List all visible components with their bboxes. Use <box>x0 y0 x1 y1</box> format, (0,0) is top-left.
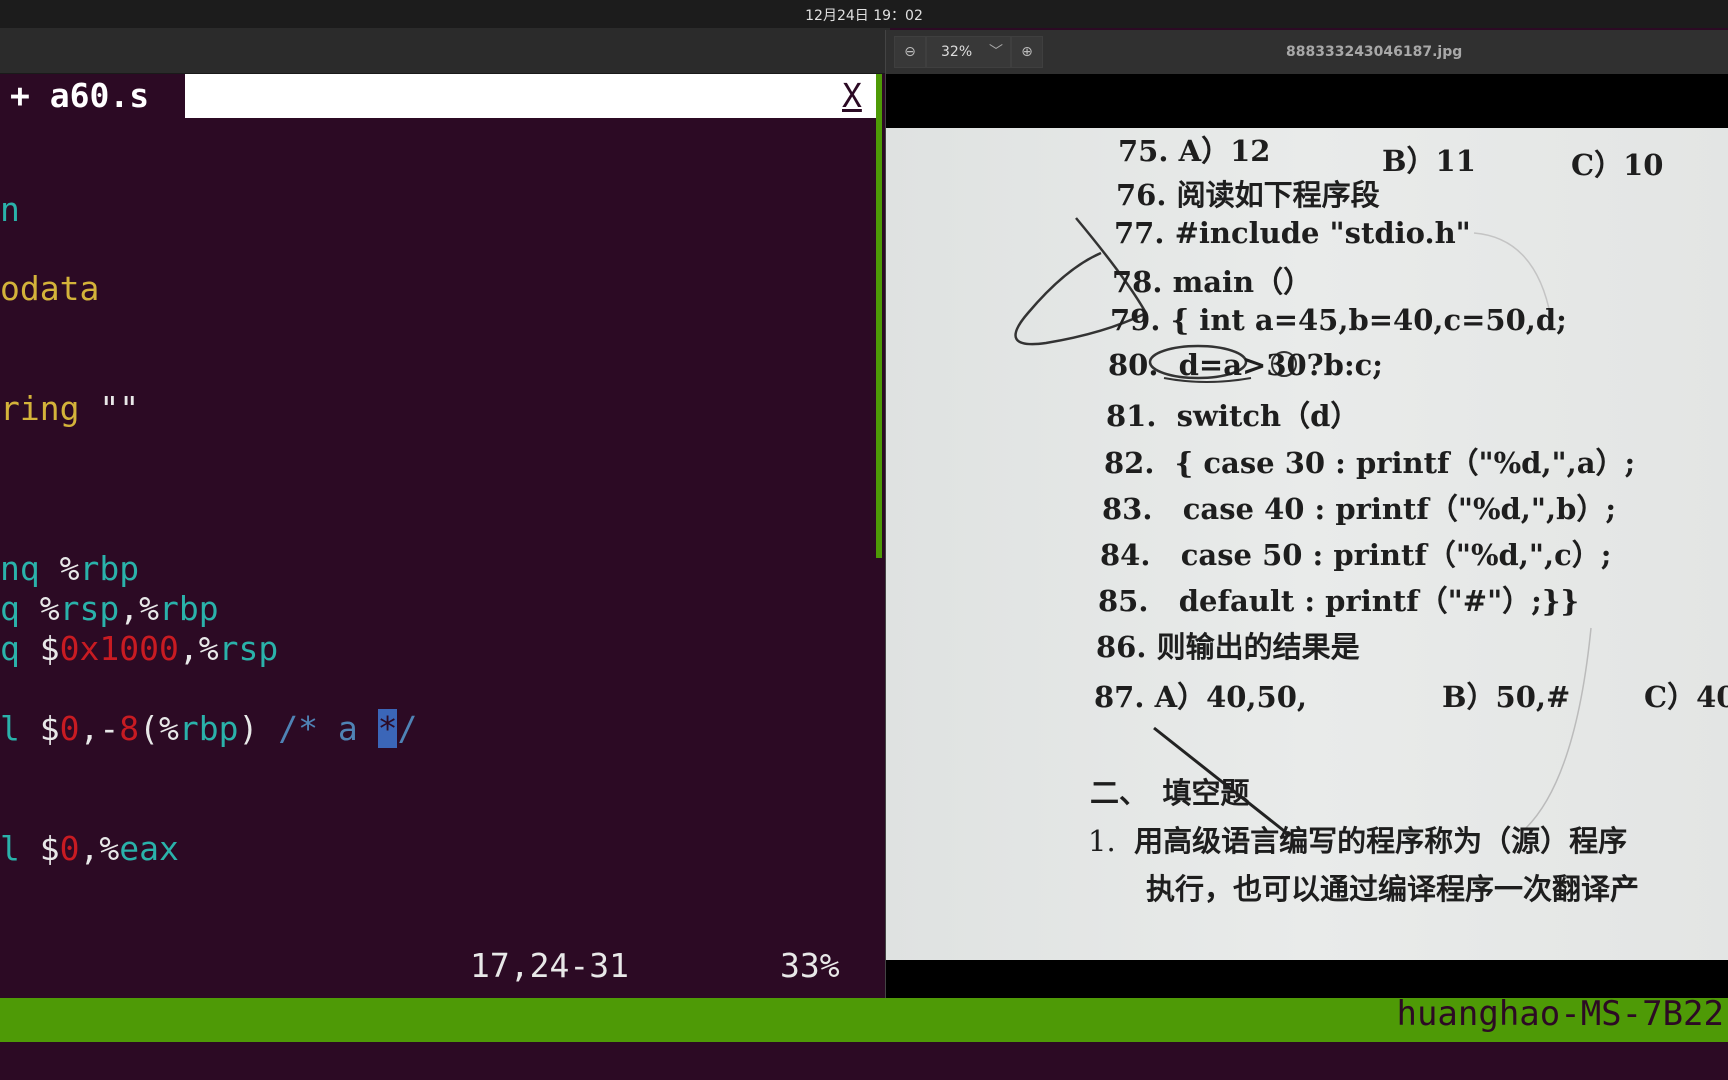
hostname-label: huanghao-MS-7B22 <box>1396 998 1724 1034</box>
terminal-window[interactable]: + a60.s X n odata ring "" nq %rbp q %rsp… <box>0 74 882 998</box>
code-line: l $0,-8(%rbp) /* a */ <box>0 709 418 748</box>
terminal-bottom <box>0 1042 1728 1080</box>
code-line: n <box>0 190 20 229</box>
zoom-level-value: 32% <box>941 44 973 60</box>
exam-photo: 75. A）12 B）11 C）10 76. 阅读如下程序段 77. #incl… <box>886 128 1728 960</box>
terminal-header <box>0 28 890 74</box>
code-line: l $0,%eax <box>0 829 179 868</box>
code-line: q %rsp,%rbp <box>0 589 219 628</box>
code-line: ring "" <box>0 389 140 428</box>
zoom-in-icon: ⊕ <box>1021 44 1033 60</box>
code-line: q $0x1000,%rsp <box>0 629 279 668</box>
exam-line: 76. 阅读如下程序段 <box>1116 178 1380 212</box>
image-viewer-toolbar: ⊖ 32% ﹀ ⊕ 888333243046187.jpg <box>886 30 1728 74</box>
code-line: odata <box>0 269 100 308</box>
chevron-down-icon: ﹀ <box>989 44 1003 60</box>
vim-tab-close-button[interactable]: X <box>842 76 862 116</box>
image-viewer-window[interactable]: ⊖ 32% ﹀ ⊕ 888333243046187.jpg 75. A）12 B… <box>885 30 1728 1015</box>
vim-scroll-percent: 33% <box>780 946 840 985</box>
exam-line: 85. default : printf（"#"）;}} <box>1098 584 1580 618</box>
clock[interactable]: 12月24日 19：02 <box>0 5 1728 25</box>
exam-line: 84. case 50 : printf（"%d,",c）; <box>1100 538 1612 572</box>
exam-line: 80. d=a>30?b:c; <box>1108 348 1384 382</box>
zoom-out-button[interactable]: ⊖ <box>894 36 926 68</box>
exam-line: 87. A）40,50, <box>1094 680 1307 714</box>
vim-cursor-position: 17,24-31 <box>470 946 629 985</box>
exam-line: 79. { int a=45,b=40,c=50,d; <box>1110 303 1567 337</box>
exam-line: 1. 用高级语言编写的程序称为（源）程序 <box>1088 824 1628 858</box>
exam-line-option: B）50,# <box>1442 680 1571 714</box>
zoom-level-dropdown[interactable]: 32% ﹀ <box>926 36 1011 68</box>
image-filename: 888333243046187.jpg <box>1286 44 1463 60</box>
vim-tabline: + a60.s X <box>0 74 882 118</box>
exam-line: 82. { case 30 : printf（"%d,",a）; <box>1104 446 1636 480</box>
exam-line: 执行，也可以通过编译程序一次翻译产 <box>1146 872 1640 906</box>
zoom-in-button[interactable]: ⊕ <box>1011 36 1043 68</box>
exam-line: 78. main（） <box>1112 265 1313 299</box>
exam-line: 77. #include "stdio.h" <box>1114 216 1471 250</box>
terminal-scrollbar[interactable] <box>876 74 882 558</box>
exam-line-option: C）40 <box>1644 680 1728 714</box>
code-line: nq %rbp <box>0 549 140 588</box>
section-title: 二、 填空题 <box>1090 776 1250 810</box>
exam-line: 83. case 40 : printf（"%d,",b）; <box>1102 492 1617 526</box>
exam-line: 75. A）12 <box>1118 134 1271 168</box>
top-bar: 12月24日 19：02 <box>0 0 1728 28</box>
exam-line: 86. 则输出的结果是 <box>1096 630 1360 664</box>
exam-line-option: C）10 <box>1571 148 1664 182</box>
zoom-out-icon: ⊖ <box>904 44 916 60</box>
vim-tab-a60[interactable]: + a60.s <box>0 74 185 118</box>
tmux-status-bar: huanghao-MS-7B22 <box>0 998 1728 1042</box>
exam-line-option: B）11 <box>1382 144 1476 178</box>
exam-line: 81. switch（d） <box>1106 399 1360 433</box>
